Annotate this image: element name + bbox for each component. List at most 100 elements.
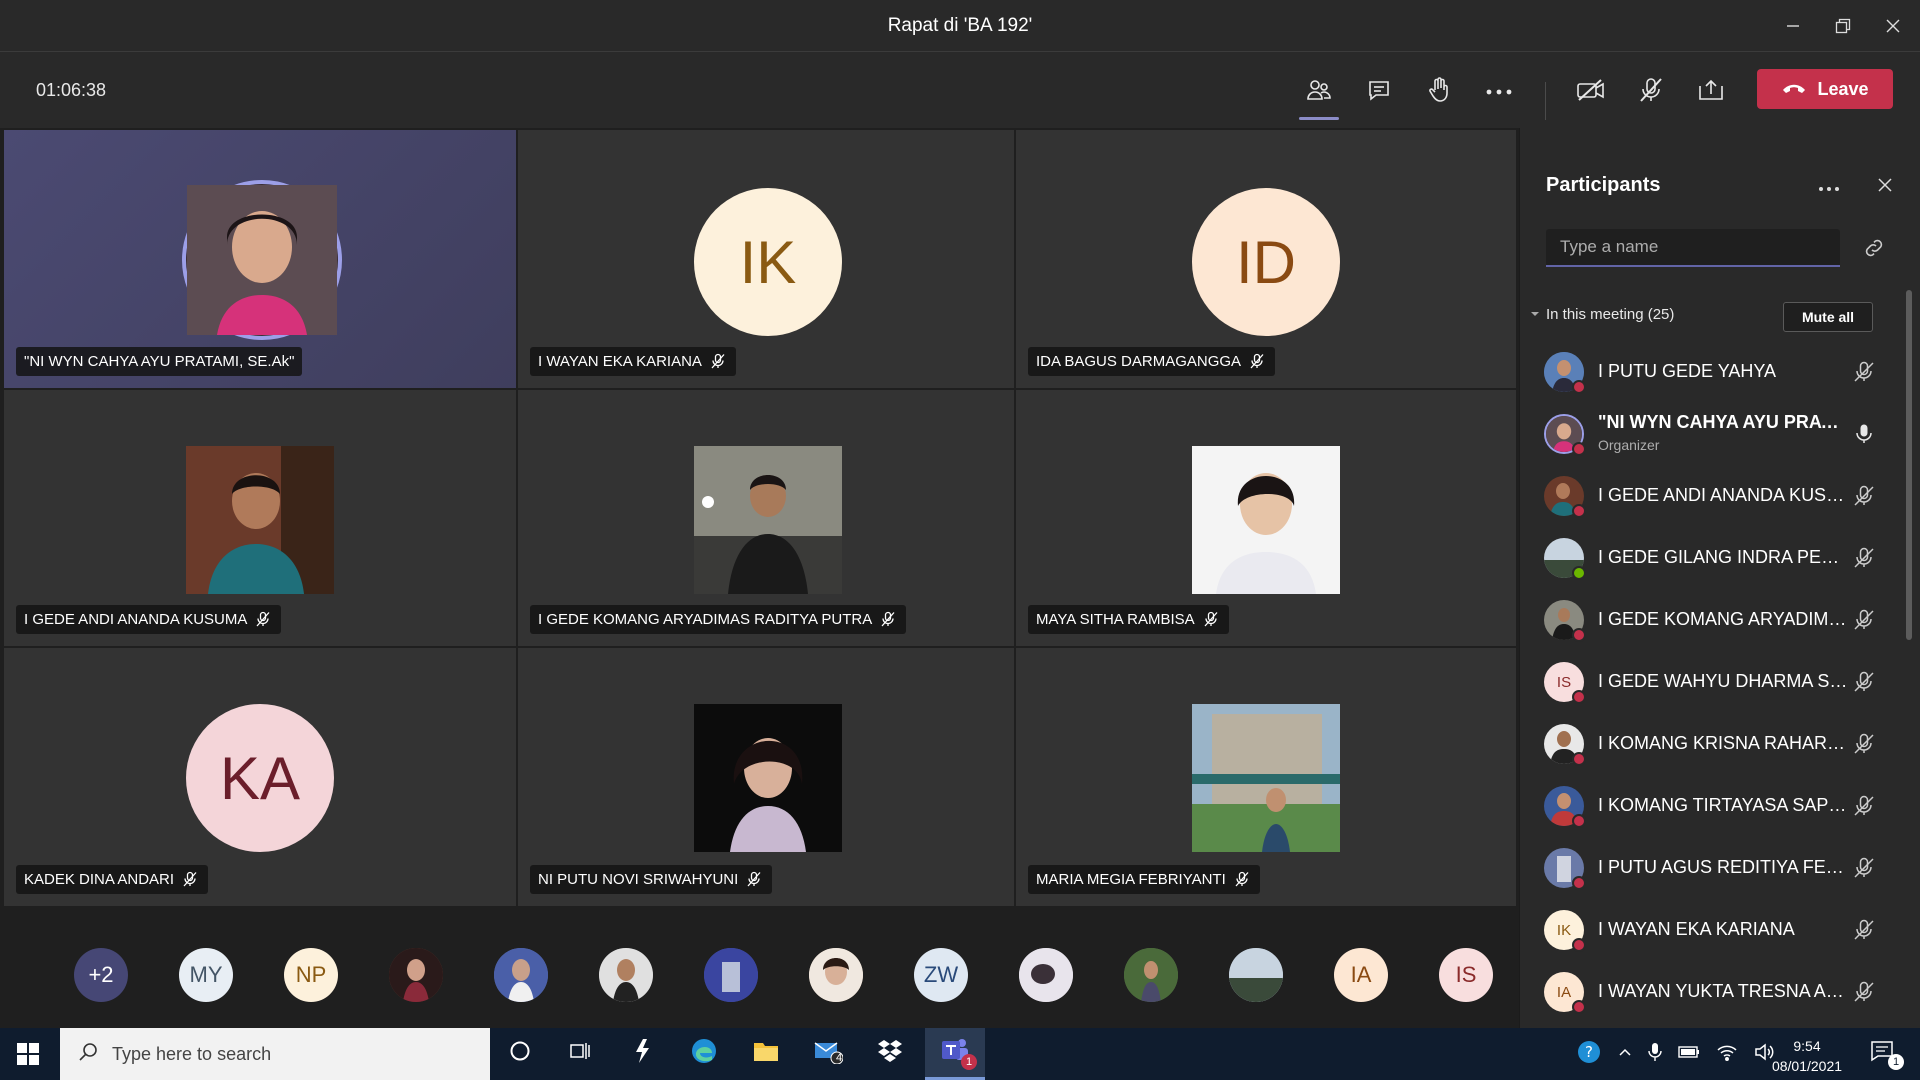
restore-button[interactable] <box>1820 10 1866 42</box>
teams-button[interactable]: 1 <box>925 1028 985 1080</box>
participant-row[interactable]: IA I WAYAN YUKTA TRESNA AN... <box>1520 962 1910 1024</box>
camera-off-icon <box>1576 78 1606 107</box>
task-view-button[interactable] <box>560 1038 600 1070</box>
video-tile[interactable]: I GEDE ANDI ANANDA KUSUMA <box>4 390 516 646</box>
dropbox-button[interactable] <box>870 1038 910 1070</box>
strip-avatar[interactable] <box>494 948 548 1002</box>
participant-name: KADEK DINA ANDARI <box>24 871 175 888</box>
taskbar-search-input[interactable]: Type here to search <box>60 1028 490 1080</box>
file-explorer-button[interactable] <box>746 1038 786 1070</box>
strip-avatar[interactable] <box>389 948 443 1002</box>
strip-avatar[interactable] <box>704 948 758 1002</box>
microphone-tray-icon[interactable] <box>1648 1042 1662 1067</box>
avatar: IS <box>1544 662 1586 704</box>
participant-search-input[interactable]: Type a name <box>1546 229 1840 267</box>
participant-row[interactable]: I GEDE ANDI ANANDA KUSU... <box>1520 466 1910 528</box>
in-meeting-section-header[interactable]: In this meeting (25) <box>1530 306 1674 323</box>
leave-button[interactable]: Leave <box>1757 69 1893 109</box>
strip-avatar[interactable]: IA <box>1334 948 1388 1002</box>
status-busy-icon <box>1572 628 1586 642</box>
battery-icon[interactable] <box>1678 1045 1700 1064</box>
strip-avatar[interactable] <box>1229 948 1283 1002</box>
avatar <box>1544 786 1586 828</box>
avatar <box>1544 476 1586 518</box>
section-label: In this meeting (25) <box>1546 306 1675 323</box>
notification-center-button[interactable]: 1 <box>1862 1038 1904 1070</box>
video-tile[interactable]: ID IDA BAGUS DARMAGANGGA <box>1016 130 1516 388</box>
camera-toggle-button[interactable] <box>1569 70 1613 114</box>
mute-all-button[interactable]: Mute all <box>1783 302 1873 332</box>
share-screen-button[interactable] <box>1689 70 1733 114</box>
strip-avatar[interactable]: ZW <box>914 948 968 1002</box>
participant-row[interactable]: I PUTU AGUS REDITIYA FEBRI... <box>1520 838 1910 900</box>
overflow-count-avatar[interactable]: +2 <box>74 948 128 1002</box>
show-participants-button[interactable] <box>1297 70 1341 120</box>
avatar: IA <box>1544 972 1586 1014</box>
edge-button[interactable] <box>684 1038 724 1070</box>
participant-name: I GEDE KOMANG ARYADIMAS... <box>1598 609 1848 629</box>
cortana-button[interactable] <box>500 1038 540 1070</box>
video-tile[interactable]: MAYA SITHA RAMBISA <box>1016 390 1516 646</box>
participants-panel: Participants Type a name In this meeting… <box>1519 128 1920 1028</box>
strip-avatar[interactable] <box>1019 948 1073 1002</box>
task-view-icon <box>569 1040 591 1068</box>
help-icon[interactable]: ? <box>1576 1039 1602 1070</box>
participant-name-tag: KADEK DINA ANDARI <box>16 865 209 894</box>
video-tile[interactable]: MARIA MEGIA FEBRIYANTI <box>1016 648 1516 906</box>
muted-mic-icon <box>746 871 764 889</box>
mail-button[interactable]: 4 <box>808 1038 848 1070</box>
folder-icon <box>752 1039 780 1069</box>
video-tile[interactable]: I GEDE KOMANG ARYADIMAS RADITYA PUTRA <box>518 390 1014 646</box>
strip-avatar[interactable]: NP <box>284 948 338 1002</box>
strip-avatar[interactable] <box>809 948 863 1002</box>
participant-row[interactable]: I PUTU GEDE YAHYA <box>1520 342 1910 404</box>
participant-name: MAYA SITHA RAMBISA <box>1036 611 1195 628</box>
participant-row[interactable]: IK I WAYAN EKA KARIANA <box>1520 900 1910 962</box>
close-window-button[interactable] <box>1870 10 1916 42</box>
participant-name: I PUTU GEDE YAHYA <box>1598 361 1777 381</box>
video-tile[interactable]: "NI WYN CAHYA AYU PRATAMI, SE.Ak" <box>4 130 516 388</box>
meeting-timer: 01:06:38 <box>36 80 107 100</box>
strip-avatar[interactable]: MY <box>179 948 233 1002</box>
chevron-up-icon[interactable] <box>1618 1045 1632 1064</box>
minimize-button[interactable] <box>1770 10 1816 42</box>
mic-toggle-button[interactable] <box>1629 70 1673 114</box>
participant-row[interactable]: IS I GEDE WAHYU DHARMA SET... <box>1520 652 1910 714</box>
muted-mic-icon <box>182 871 200 889</box>
windows-logo-icon <box>16 1043 40 1070</box>
cortana-icon <box>509 1040 531 1068</box>
participant-row[interactable]: I KOMANG KRISNA RAHARJA <box>1520 714 1910 776</box>
mic-off-icon <box>1638 77 1664 108</box>
muted-mic-icon <box>255 611 273 629</box>
participant-row[interactable]: I KOMANG TIRTAYASA SAPUT... <box>1520 776 1910 838</box>
panel-more-button[interactable] <box>1812 168 1846 202</box>
chevron-down-icon <box>1530 306 1540 323</box>
taskbar-app-button[interactable] <box>622 1038 662 1070</box>
participant-name: I KOMANG TIRTAYASA SAPUT... <box>1598 795 1848 815</box>
teams-badge: 1 <box>961 1054 977 1070</box>
taskbar-clock[interactable]: 9:54 08/01/2021 <box>1762 1036 1852 1076</box>
status-busy-icon <box>1572 876 1586 890</box>
show-chat-button[interactable] <box>1357 70 1401 114</box>
raise-hand-button[interactable] <box>1417 70 1461 114</box>
participant-row[interactable]: I GEDE GILANG INDRA PERD... <box>1520 528 1910 590</box>
wifi-icon[interactable] <box>1716 1043 1738 1066</box>
participant-photo <box>186 446 334 594</box>
participant-row[interactable]: "NI WYN CAHYA AYU PRATA... Organizer <box>1520 404 1910 466</box>
video-tile[interactable]: KA KADEK DINA ANDARI <box>4 648 516 906</box>
video-tile[interactable]: NI PUTU NOVI SRIWAHYUNI <box>518 648 1014 906</box>
start-button[interactable] <box>16 1042 40 1066</box>
window-title: Rapat di 'BA 192' <box>887 15 1033 36</box>
strip-avatar[interactable] <box>599 948 653 1002</box>
strip-avatar[interactable] <box>1124 948 1178 1002</box>
panel-close-button[interactable] <box>1870 170 1900 200</box>
participant-row[interactable]: I GEDE KOMANG ARYADIMAS... <box>1520 590 1910 652</box>
participant-name: I GEDE WAHYU DHARMA SET... <box>1598 671 1848 691</box>
muted-mic-icon <box>1852 980 1878 1006</box>
more-actions-button[interactable] <box>1477 70 1521 114</box>
panel-scrollbar[interactable] <box>1906 290 1912 640</box>
toolbar-divider <box>1545 82 1546 120</box>
video-tile[interactable]: IK I WAYAN EKA KARIANA <box>518 130 1014 388</box>
strip-avatar[interactable]: IS <box>1439 948 1493 1002</box>
share-invite-button[interactable] <box>1862 236 1888 262</box>
